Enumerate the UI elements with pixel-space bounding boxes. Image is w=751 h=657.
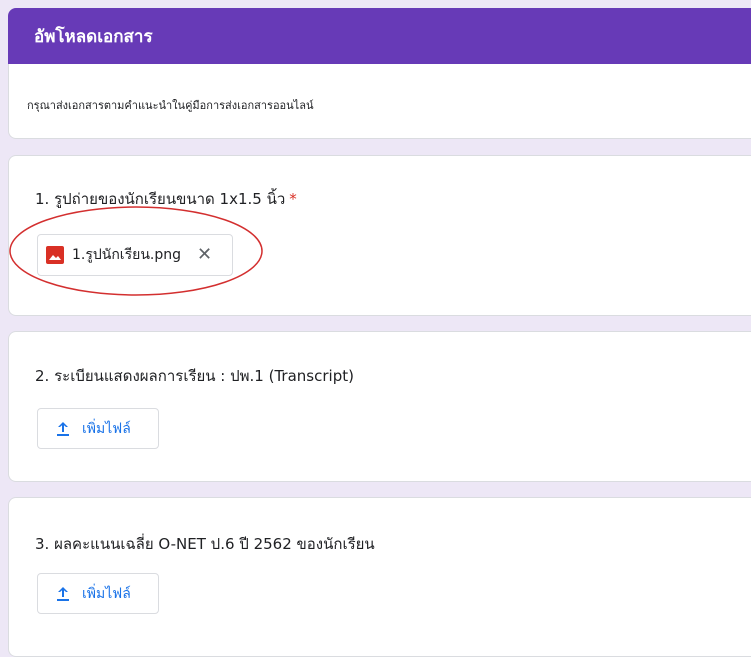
- question-title: 1. รูปถ่ายของนักเรียนขนาด 1x1.5 นิ้ว *: [35, 187, 297, 211]
- section-title: อัพโหลดเอกสาร: [34, 26, 153, 47]
- question-card-transcript: 2. ระเบียนแสดงผลการเรียน : ปพ.1 (Transcr…: [8, 331, 751, 482]
- question-title: 2. ระเบียนแสดงผลการเรียน : ปพ.1 (Transcr…: [35, 367, 354, 385]
- question-card-photo: 1. รูปถ่ายของนักเรียนขนาด 1x1.5 นิ้ว * 1.…: [8, 155, 751, 316]
- add-file-button[interactable]: เพิ่มไฟล์: [37, 573, 159, 614]
- add-file-label: เพิ่มไฟล์: [82, 420, 131, 437]
- uploaded-file-chip[interactable]: 1.รูปนักเรียน.png ✕: [37, 234, 233, 276]
- section-description-card: กรุณาส่งเอกสารตามคำแนะนำในคู่มือการส่งเอ…: [8, 64, 751, 139]
- question-title: 3. ผลคะแนนเฉลี่ย O-NET ป.6 ปี 2562 ของนั…: [35, 535, 375, 553]
- close-icon[interactable]: ✕: [197, 246, 212, 264]
- section-header: อัพโหลดเอกสาร: [8, 8, 751, 64]
- upload-icon: [56, 421, 70, 437]
- uploaded-file-name: 1.รูปนักเรียน.png: [72, 247, 181, 263]
- question-title-text: 1. รูปถ่ายของนักเรียนขนาด 1x1.5 นิ้ว: [35, 190, 286, 208]
- add-file-button[interactable]: เพิ่มไฟล์: [37, 408, 159, 449]
- question-card-onet: 3. ผลคะแนนเฉลี่ย O-NET ป.6 ปี 2562 ของนั…: [8, 497, 751, 657]
- upload-icon: [56, 586, 70, 602]
- section-description: กรุณาส่งเอกสารตามคำแนะนำในคู่มือการส่งเอ…: [27, 99, 314, 112]
- image-file-icon: [46, 246, 64, 264]
- add-file-label: เพิ่มไฟล์: [82, 585, 131, 602]
- required-asterisk: *: [289, 190, 297, 208]
